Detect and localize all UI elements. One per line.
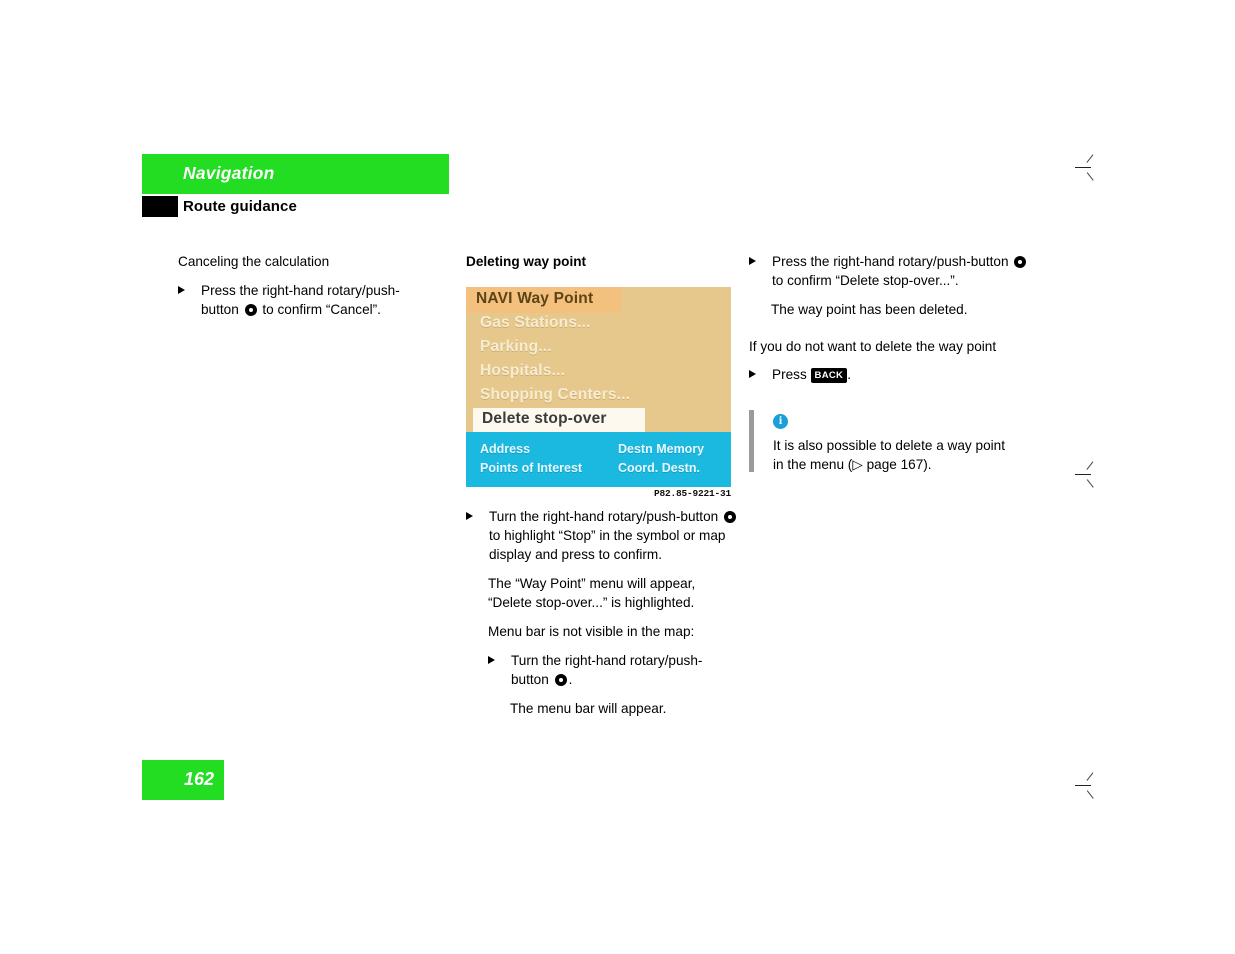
rotary-push-button-icon <box>1014 256 1027 268</box>
navi-menu-item-delete-stop-over-label: Delete stop-over <box>482 410 607 427</box>
left-column: Canceling the calculation Press the righ… <box>178 252 428 319</box>
info-note-line-1: It is also possible to delete a way poin… <box>773 438 1005 453</box>
right-step-2-prefix: Press <box>772 367 807 382</box>
navi-menu-item-gas-stations[interactable]: Gas Stations... <box>480 314 591 332</box>
info-icon <box>773 413 788 429</box>
middle-column-subhead-wrap: Deleting way point <box>466 252 736 271</box>
middle-step-1-part1: Turn the right-hand rotary/push-button <box>489 509 719 524</box>
rotary-push-button-icon <box>244 304 257 316</box>
info-note-line-2: in the menu (▷ page 167). <box>773 457 932 472</box>
right-step-1-part2: to confirm “Delete stop-over...”. <box>772 273 959 288</box>
navi-screen-body: NAVI Way Point Gas Stations... Parking..… <box>466 287 731 487</box>
crop-mark-middle <box>1075 461 1099 489</box>
bullet-triangle-icon <box>466 512 473 520</box>
right-subhead: If you do not want to delete the way poi… <box>749 339 997 354</box>
section-subtitle: Route guidance <box>183 198 297 215</box>
page-number: 162 <box>183 769 214 789</box>
middle-step-1: Turn the right-hand rotary/push-button t… <box>466 507 738 564</box>
middle-column-body: Turn the right-hand rotary/push-button t… <box>466 507 738 718</box>
right-step-2: Press BACK. <box>749 365 1029 384</box>
navi-menu-item-shopping-centers[interactable]: Shopping Centers... <box>480 386 630 404</box>
rotary-push-button-icon <box>554 674 567 686</box>
crop-mark-bottom <box>1075 772 1099 800</box>
bullet-triangle-icon <box>488 656 495 664</box>
page-number-box: 162 <box>142 760 224 800</box>
navi-menu-bar: Address Destn Memory Points of Interest … <box>466 432 731 487</box>
middle-step-2: Turn the right-hand rotary/push-button . <box>488 651 738 689</box>
back-key-icon[interactable]: BACK <box>810 368 848 383</box>
right-step-2-suffix: . <box>847 367 851 382</box>
middle-column-subhead: Deleting way point <box>466 254 587 269</box>
navi-menubar-destn-memory[interactable]: Destn Memory <box>618 442 704 456</box>
left-column-subhead: Canceling the calculation <box>178 254 330 269</box>
bullet-triangle-icon <box>749 257 756 265</box>
figure-caption: P82.85-9221-31 <box>653 488 731 499</box>
left-column-step: Press the right-hand rotary/push-button … <box>178 281 428 319</box>
navi-menubar-coord-destn[interactable]: Coord. Destn. <box>618 461 700 475</box>
middle-subhead-2: Menu bar is not visible in the map: <box>488 624 695 639</box>
middle-step-1-part2: to highlight “Stop” in the symbol or map… <box>489 528 726 562</box>
bullet-triangle-icon <box>749 370 756 378</box>
middle-result-1: The “Way Point” menu will appear, “Delet… <box>488 576 696 610</box>
section-tab-marker <box>142 196 178 217</box>
page-header-band: Navigation <box>142 154 449 194</box>
info-note-bar <box>749 410 754 472</box>
navi-screen-figure: NAVI Way Point Gas Stations... Parking..… <box>466 287 731 487</box>
rotary-push-button-icon <box>724 511 736 523</box>
right-result-1: The way point has been deleted. <box>771 302 968 317</box>
bullet-triangle-icon <box>178 286 185 294</box>
step-text-part2: to confirm “Cancel”. <box>262 302 381 317</box>
navi-screen-title: NAVI Way Point <box>476 290 594 307</box>
navi-menu-item-parking[interactable]: Parking... <box>480 338 552 356</box>
navi-menubar-address[interactable]: Address <box>480 442 530 456</box>
middle-step-2-part2: . <box>568 672 573 687</box>
crop-mark-top <box>1075 154 1099 182</box>
page-title: Navigation <box>183 163 275 183</box>
middle-result-2: The menu bar will appear. <box>510 701 667 716</box>
info-note-text: It is also possible to delete a way poin… <box>773 436 1005 474</box>
navi-menu-item-hospitals[interactable]: Hospitals... <box>480 362 565 380</box>
right-column: Press the right-hand rotary/push-button … <box>749 252 1029 384</box>
navi-menu-item-delete-stop-over[interactable]: Delete stop-over <box>473 408 645 432</box>
navi-menubar-points-of-interest[interactable]: Points of Interest <box>480 461 582 475</box>
right-step-1-part1: Press the right-hand rotary/push-button <box>772 254 1009 269</box>
middle-step-2-part1: Turn the right-hand rotary/push-button <box>511 653 703 687</box>
right-step-1: Press the right-hand rotary/push-button … <box>749 252 1029 290</box>
